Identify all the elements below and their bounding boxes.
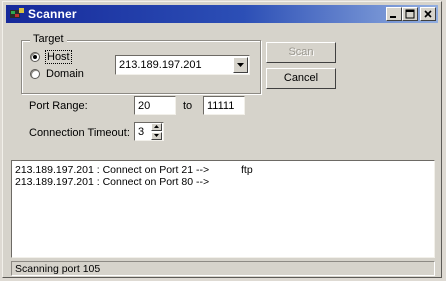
- minimize-button[interactable]: [386, 7, 402, 21]
- window-title: Scanner: [28, 7, 77, 21]
- close-button[interactable]: [420, 7, 436, 21]
- target-group: Target Host Domain 213.189.197.201: [21, 33, 261, 94]
- scanner-window: Scanner Target Host Domain 213.189.197.2…: [2, 1, 442, 278]
- maximize-button[interactable]: [402, 7, 418, 21]
- maximize-icon: [405, 9, 415, 19]
- log-item-text: 213.189.197.201 : Connect on Port 21 -->: [15, 164, 210, 176]
- target-address-combo[interactable]: 213.189.197.201: [115, 55, 250, 75]
- log-item: 213.189.197.201 : Connect on Port 80 -->: [15, 176, 209, 188]
- arrow-up-icon: [154, 125, 159, 128]
- host-radio-option[interactable]: Host: [30, 50, 72, 64]
- timeout-spinner[interactable]: [151, 123, 162, 140]
- domain-radio-option[interactable]: Domain: [30, 68, 84, 80]
- combo-dropdown-button[interactable]: [233, 57, 248, 73]
- chevron-down-icon: [237, 63, 244, 67]
- scan-button[interactable]: Scan: [266, 42, 336, 63]
- log-item-service: ftp: [241, 164, 253, 176]
- port-to-field[interactable]: 11111: [203, 96, 245, 115]
- log-item: 213.189.197.201 : Connect on Port 21 -->…: [15, 164, 253, 176]
- host-radio[interactable]: [30, 52, 40, 62]
- domain-radio-label[interactable]: Domain: [46, 68, 84, 80]
- port-range-label: Port Range:: [29, 100, 88, 112]
- host-radio-label[interactable]: Host: [45, 50, 72, 64]
- app-icon: [10, 8, 24, 20]
- port-to-label: to: [183, 100, 193, 112]
- close-icon: [424, 10, 432, 18]
- log-item-text: 213.189.197.201 : Connect on Port 80 -->: [15, 176, 210, 188]
- target-address-value[interactable]: 213.189.197.201: [119, 59, 202, 71]
- scan-log-list[interactable]: 213.189.197.201 : Connect on Port 21 -->…: [11, 160, 435, 258]
- domain-radio[interactable]: [30, 69, 40, 79]
- arrow-down-icon: [154, 134, 159, 137]
- target-legend: Target: [30, 33, 67, 45]
- spin-up-button[interactable]: [151, 123, 162, 131]
- port-from-field[interactable]: 20: [134, 96, 176, 115]
- cancel-button[interactable]: Cancel: [266, 68, 336, 89]
- status-text: Scanning port 105: [15, 263, 101, 275]
- status-bar: Scanning port 105: [11, 261, 435, 276]
- title-bar[interactable]: Scanner: [6, 5, 438, 23]
- timeout-label: Connection Timeout:: [29, 127, 130, 139]
- minimize-icon: [390, 16, 396, 18]
- timeout-field[interactable]: 3: [134, 122, 164, 141]
- timeout-value[interactable]: 3: [138, 126, 144, 138]
- spin-down-button[interactable]: [151, 132, 162, 140]
